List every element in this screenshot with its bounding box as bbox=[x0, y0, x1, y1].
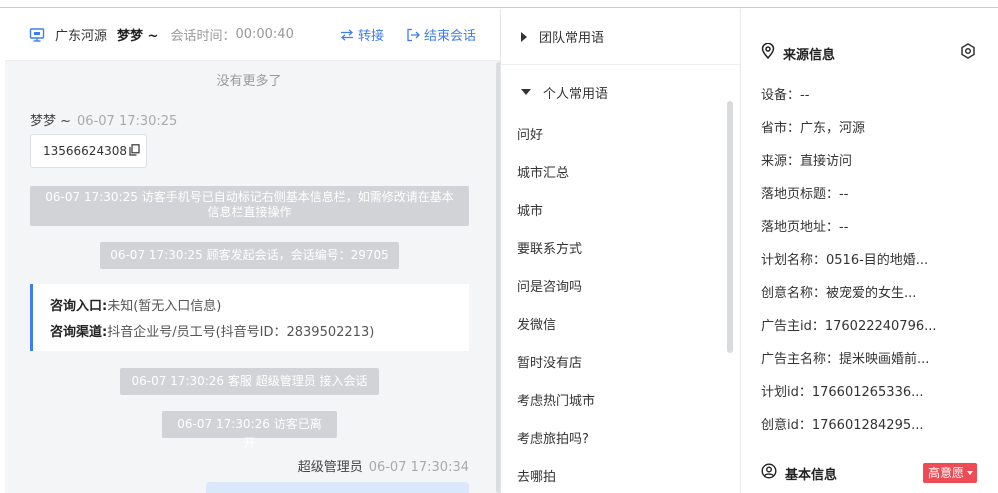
consult-entry-value: 未知(暂无入口信息) bbox=[107, 299, 222, 314]
consult-channel-row: 咨询渠道:抖音企业号/员工号(抖音号ID：2839502213) bbox=[50, 320, 469, 346]
copy-icon[interactable] bbox=[129, 143, 140, 159]
source-info-item: 落地页标题：-- bbox=[761, 187, 849, 202]
phrase-item[interactable]: 去哪拍 bbox=[501, 459, 740, 493]
consult-info-card: 咨询入口:未知(暂无入口信息) 咨询渠道:抖音企业号/员工号(抖音号ID：283… bbox=[30, 284, 469, 351]
basic-info-title: 基本信息 bbox=[785, 467, 838, 483]
system-message: 06-07 17:30:25 访客手机号已自动标记右侧基本信息栏，如需修改请在基… bbox=[30, 186, 469, 226]
header-actions: 转接 结束会话 bbox=[318, 25, 500, 44]
source-info-item: 来源：直接访问 bbox=[761, 154, 853, 169]
phrases-panel: 团队常用语 个人常用语 问好 城市汇总 城市 要联系方式 问是咨询吗 发微信 暂… bbox=[501, 9, 741, 493]
source-info-item: 创意id：176601284295... bbox=[761, 418, 924, 433]
top-notice-strip bbox=[0, 0, 998, 8]
system-message: 06-07 17:30:26 访客已离开 bbox=[162, 411, 337, 450]
visitor-region: 广东河源 bbox=[55, 29, 108, 44]
system-message: 06-07 17:30:26 客服 超级管理员 接入会话 bbox=[120, 368, 379, 395]
source-info-list: 设备：-- 省市：广东，河源 来源：直接访问 落地页标题：-- 落地页地址：--… bbox=[761, 79, 937, 442]
message-text: 13566624308 bbox=[43, 144, 127, 158]
session-time-label: 会话时间： bbox=[170, 29, 236, 44]
chat-header: 广东河源 梦梦 ~ 会话时间： 00:00:40 转接 结束会话 bbox=[5, 9, 500, 61]
message-time: 06-07 17:30:34 bbox=[368, 460, 469, 475]
source-info-item: 计划名称：0516-目的地婚... bbox=[761, 253, 929, 268]
phrase-list: 问好 城市汇总 城市 要联系方式 问是咨询吗 发微信 暂时没有店 考虑热门城市 … bbox=[501, 117, 740, 493]
caret-right-icon bbox=[521, 31, 527, 42]
source-info-item: 设备：-- bbox=[761, 88, 810, 103]
source-info-header: 来源信息 bbox=[761, 42, 976, 63]
personal-phrases-group[interactable]: 个人常用语 bbox=[501, 65, 740, 117]
phrase-item[interactable]: 考虑热门城市 bbox=[501, 383, 740, 421]
caret-down-icon bbox=[521, 89, 531, 95]
location-pin-icon bbox=[761, 42, 775, 63]
source-info-item: 省市：广东，河源 bbox=[761, 121, 866, 136]
consult-channel-label: 咨询渠道: bbox=[50, 325, 108, 340]
monitor-icon bbox=[29, 27, 45, 43]
phrase-item[interactable]: 暂时没有店 bbox=[501, 345, 740, 383]
phrase-item[interactable]: 城市 bbox=[501, 193, 740, 231]
chat-panel: 广东河源 梦梦 ~ 会话时间： 00:00:40 转接 结束会话 没有更多了 梦… bbox=[5, 9, 501, 493]
end-session-label: 结束会话 bbox=[423, 29, 476, 44]
transfer-label: 转接 bbox=[357, 29, 384, 44]
settings-icon[interactable] bbox=[960, 43, 976, 63]
transfer-button[interactable]: 转接 bbox=[340, 25, 384, 44]
exit-icon bbox=[407, 28, 420, 41]
source-info-item: 广告主id：176022240796... bbox=[761, 319, 937, 334]
source-info-item: 创意名称：被宠爱的女生... bbox=[761, 286, 917, 301]
phrase-item[interactable]: 发微信 bbox=[501, 307, 740, 345]
no-more-hint: 没有更多了 bbox=[216, 74, 282, 89]
agent-message-bubble bbox=[206, 482, 469, 493]
session-time: 00:00:40 bbox=[235, 27, 294, 42]
team-phrases-group[interactable]: 团队常用语 bbox=[501, 9, 740, 65]
personal-phrases-label: 个人常用语 bbox=[543, 86, 609, 102]
transfer-icon bbox=[340, 28, 353, 41]
phrase-item[interactable]: 问是咨询吗 bbox=[501, 269, 740, 307]
message-sender: 超级管理员 bbox=[297, 460, 363, 475]
phrase-item[interactable]: 考虑旅拍吗? bbox=[501, 421, 740, 459]
message-sender: 梦梦 ~ bbox=[30, 114, 72, 129]
source-info-item: 广告主名称：提米映画婚前... bbox=[761, 352, 930, 367]
source-info-panel: 来源信息 设备：-- 省市：广东，河源 来源：直接访问 落地页标题：-- 落地页… bbox=[741, 9, 998, 493]
user-circle-icon bbox=[761, 463, 777, 483]
source-info-item: 落地页地址：-- bbox=[761, 220, 849, 235]
visitor-name: 梦梦 ~ bbox=[117, 29, 159, 44]
message-list: 没有更多了 梦梦 ~ 06-07 17:30:25 13566624308 06-… bbox=[5, 62, 493, 493]
caret-down-icon bbox=[967, 471, 973, 475]
consult-entry-row: 咨询入口:未知(暂无入口信息) bbox=[50, 294, 469, 320]
phrase-item[interactable]: 要联系方式 bbox=[501, 231, 740, 269]
message-time: 06-07 17:30:25 bbox=[77, 114, 178, 129]
intent-level-label: 高意愿 bbox=[927, 466, 964, 480]
visitor-message-meta: 梦梦 ~ 06-07 17:30:25 bbox=[30, 110, 177, 129]
consult-entry-label: 咨询入口: bbox=[50, 299, 108, 314]
intent-level-dropdown[interactable]: 高意愿 bbox=[922, 463, 977, 483]
agent-message-meta: 超级管理员 06-07 17:30:34 bbox=[298, 456, 469, 475]
phrase-item[interactable]: 问好 bbox=[501, 117, 740, 155]
consult-channel-value: 抖音企业号/员工号(抖音号ID：2839502213) bbox=[107, 325, 375, 340]
phrase-scrollbar[interactable] bbox=[727, 101, 733, 353]
team-phrases-label: 团队常用语 bbox=[539, 31, 605, 46]
system-message: 06-07 17:30:25 顾客发起会话，会话编号：29705 bbox=[100, 242, 399, 269]
visitor-message-bubble: 13566624308 bbox=[30, 134, 147, 168]
basic-info-header: 基本信息 高意愿 bbox=[761, 463, 977, 483]
end-session-button[interactable]: 结束会话 bbox=[406, 25, 476, 44]
source-info-title: 来源信息 bbox=[783, 47, 836, 63]
source-info-item: 计划id：176601265336... bbox=[761, 385, 924, 400]
phrase-item[interactable]: 城市汇总 bbox=[501, 155, 740, 193]
